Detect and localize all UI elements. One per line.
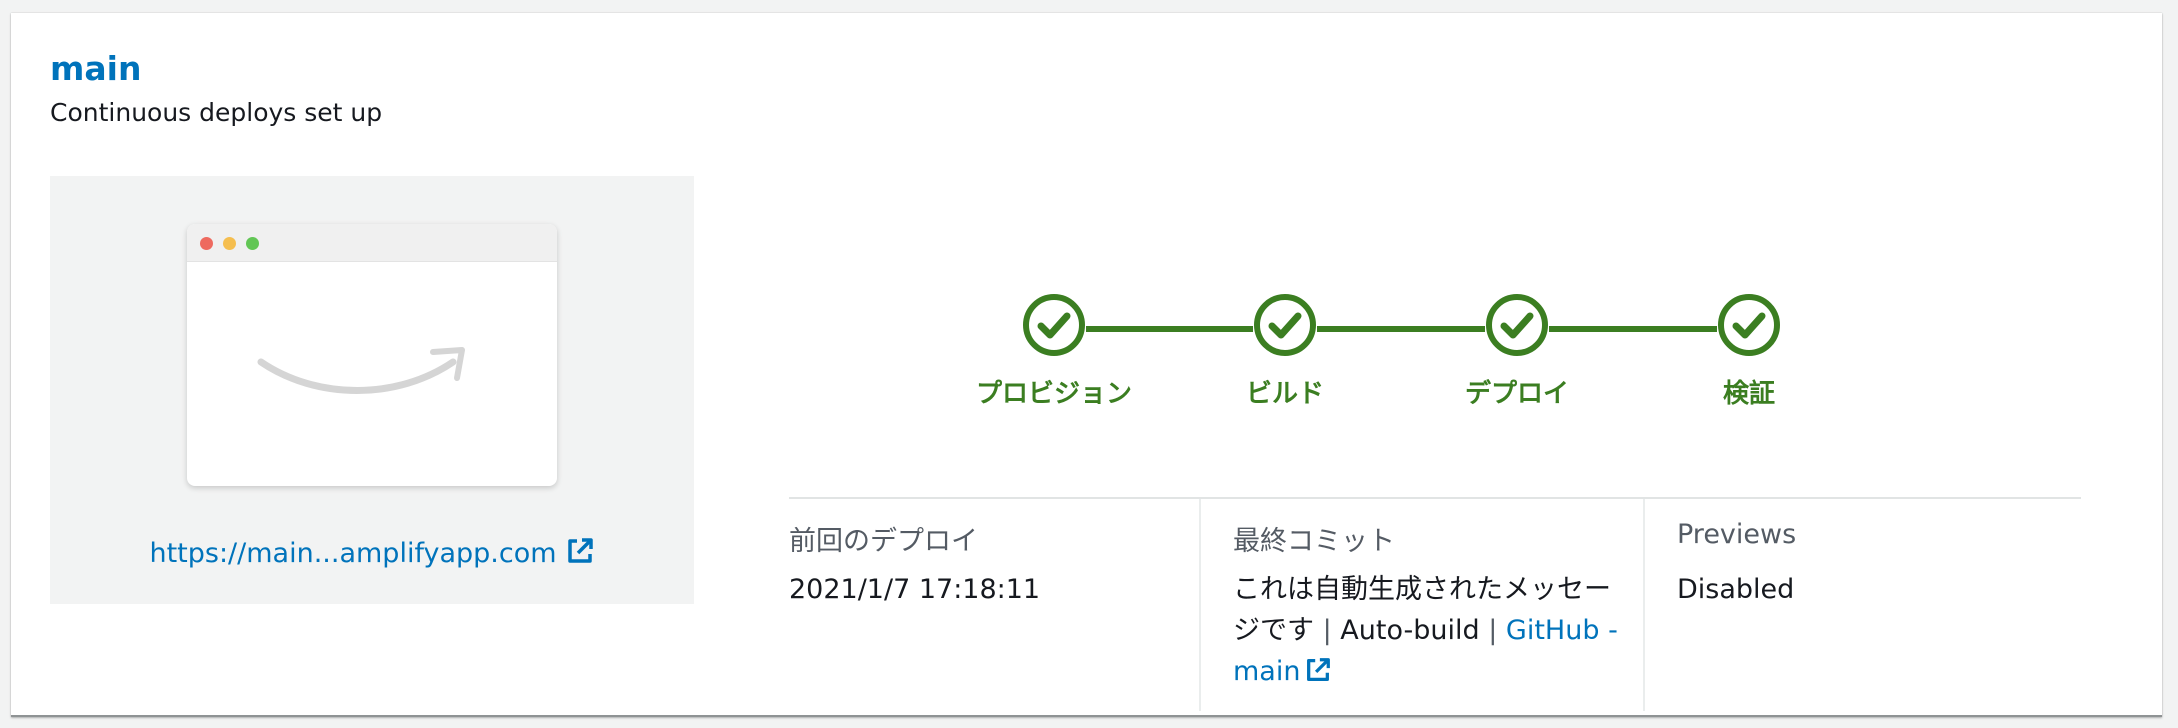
last-deploy-title: 前回のデプロイ (789, 526, 978, 557)
maximize-dot-icon (246, 237, 259, 250)
step-connector (1317, 326, 1485, 332)
separator: | (1488, 615, 1498, 646)
browser-title-bar (187, 224, 557, 262)
check-circle-icon (1254, 294, 1316, 356)
deploy-pipeline-stepper: プロビジョン ビルド デプロイ 検証 (971, 281, 2071, 421)
column-divider (1199, 499, 1201, 711)
previews-column: Previews Disabled (1677, 499, 2077, 711)
amazon-smile-logo-icon (257, 347, 465, 394)
step-connector (1549, 326, 1717, 332)
last-commit-title: 最終コミット (1233, 526, 1395, 557)
previews-title: Previews (1677, 519, 1797, 550)
column-divider (1643, 499, 1645, 711)
previews-value: Disabled (1677, 574, 1795, 605)
commit-source: Auto-build (1340, 615, 1480, 646)
app-url-link[interactable]: https://main...amplifyapp.com (50, 536, 694, 569)
check-circle-icon (1486, 294, 1548, 356)
last-deploy-value: 2021/1/7 17:18:11 (789, 574, 1041, 605)
branch-subtitle: Continuous deploys set up (50, 98, 383, 127)
branch-card: main Continuous deploys set up https://m… (11, 13, 2162, 717)
external-link-icon (1307, 658, 1331, 681)
check-circle-icon (1718, 294, 1780, 356)
external-link-icon (567, 538, 593, 563)
last-commit-column: 最終コミット これは自動生成されたメッセージです | Auto-build | … (1233, 499, 1653, 711)
last-commit-value: これは自動生成されたメッセージです | Auto-build | GitHub … (1233, 569, 1633, 692)
app-preview-panel: https://main...amplifyapp.com (50, 176, 694, 604)
browser-thumbnail[interactable] (187, 224, 557, 486)
check-circle-icon (1023, 294, 1085, 356)
app-url-label: https://main...amplifyapp.com (149, 538, 557, 569)
minimize-dot-icon (223, 237, 236, 250)
step-label: 検証 (1722, 379, 1775, 409)
close-dot-icon (200, 237, 213, 250)
step-connector (1086, 326, 1253, 332)
branch-name-link[interactable]: main (50, 49, 141, 88)
last-deploy-column: 前回のデプロイ 2021/1/7 17:18:11 (789, 499, 1209, 711)
separator: | (1322, 615, 1332, 646)
